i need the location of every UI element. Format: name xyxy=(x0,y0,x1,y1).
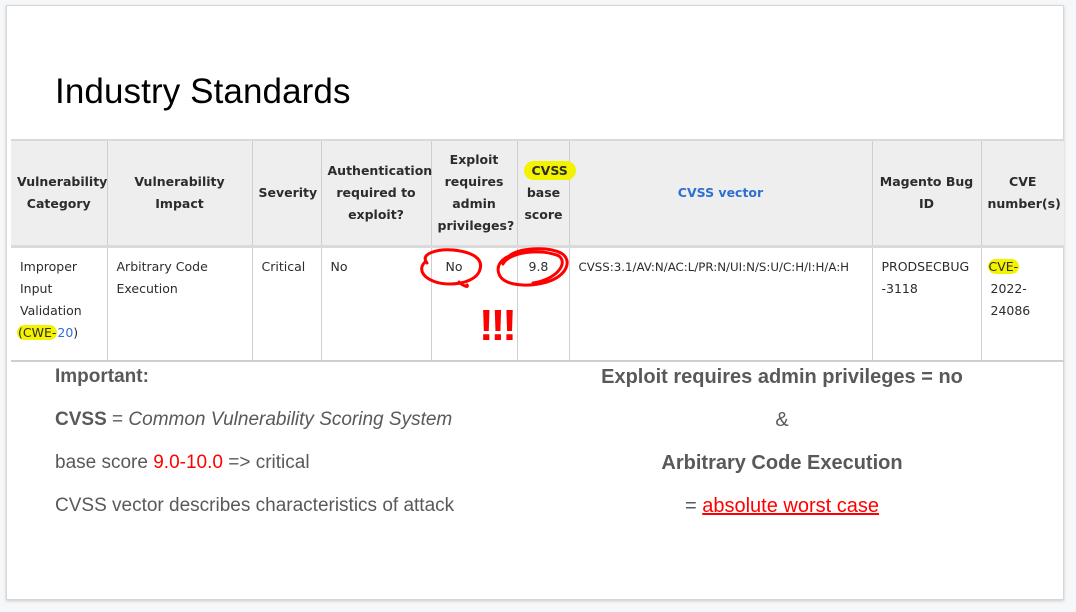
cell-cvss-vector: CVSS:3.1/AV:N/AC:L/PR:N/UI:N/S:U/C:H/I:H… xyxy=(568,246,872,362)
cwe-link[interactable]: 20 xyxy=(57,325,73,340)
cve-number: 2022-24086 xyxy=(990,281,1031,318)
header-vulnerability-impact: Vulnerability Impact xyxy=(106,139,252,248)
table-header-row: Vulnerability Category Vulnerability Imp… xyxy=(11,139,1064,248)
conclusion-ampersand: & xyxy=(775,409,789,431)
vulnerability-table: Vulnerability Category Vulnerability Imp… xyxy=(11,139,1064,362)
cve-highlight: CVE- xyxy=(987,259,1020,274)
vector-note: CVSS vector describes characteristics of… xyxy=(55,495,455,516)
admin-required-value: No xyxy=(445,259,463,274)
header-authentication-required: Authentication required to exploit? xyxy=(320,139,432,248)
critical-range: 9.0-10.0 xyxy=(153,452,223,473)
notes-left: Important: CVSS = Common Vulnerability S… xyxy=(55,364,454,536)
cell-admin-required: No xyxy=(430,246,517,362)
header-magento-bug-id: Magento Bug ID xyxy=(871,139,981,248)
worst-case-emphasis: absolute worst case xyxy=(702,495,879,517)
cvss-vector-link[interactable]: CVSS vector xyxy=(678,185,763,200)
header-base-score-label: base score xyxy=(524,185,563,222)
cell-base-score: 9.8 xyxy=(516,246,569,362)
cvss-highlight: CVSS xyxy=(523,161,576,180)
important-heading: Important: xyxy=(55,366,149,387)
slide: Industry Standards Vulnerability Categor… xyxy=(6,5,1064,600)
header-cvss-vector[interactable]: CVSS vector xyxy=(568,139,872,248)
cvss-definition: CVSS = Common Vulnerability Scoring Syst… xyxy=(55,409,453,430)
cell-severity: Critical xyxy=(251,246,321,362)
conclusion-line-3: Arbitrary Code Execution xyxy=(661,452,903,474)
cell-bug-id: PRODSECBUG-3118 xyxy=(871,246,981,362)
conclusion-line-1: Exploit requires admin privileges = no xyxy=(601,366,963,388)
base-score-note: base score 9.0-10.0 => critical xyxy=(55,452,310,473)
header-severity: Severity xyxy=(251,139,321,248)
header-cvss-base-score: CVSS base score xyxy=(516,139,576,248)
cwe-highlight: (CWE- xyxy=(17,325,58,340)
slide-title: Industry Standards xyxy=(55,72,351,111)
header-cve-numbers: CVE number(s) xyxy=(980,139,1064,248)
base-score-value: 9.8 xyxy=(528,259,549,274)
table-row: Improper Input Validation (CWE-20) Arbit… xyxy=(11,246,1064,362)
cell-impact: Arbitrary Code Execution xyxy=(106,246,252,362)
header-admin-privileges: Exploit requires admin privileges? xyxy=(430,139,517,248)
cell-auth-required: No xyxy=(320,246,431,362)
cell-category: Improper Input Validation (CWE-20) xyxy=(11,246,107,362)
header-vulnerability-category: Vulnerability Category xyxy=(11,139,107,248)
conclusion-line-4: = absolute worst case xyxy=(684,495,879,517)
cell-cve: CVE- 2022-24086 xyxy=(980,246,1064,362)
notes-right: Exploit requires admin privileges = no &… xyxy=(567,364,997,536)
